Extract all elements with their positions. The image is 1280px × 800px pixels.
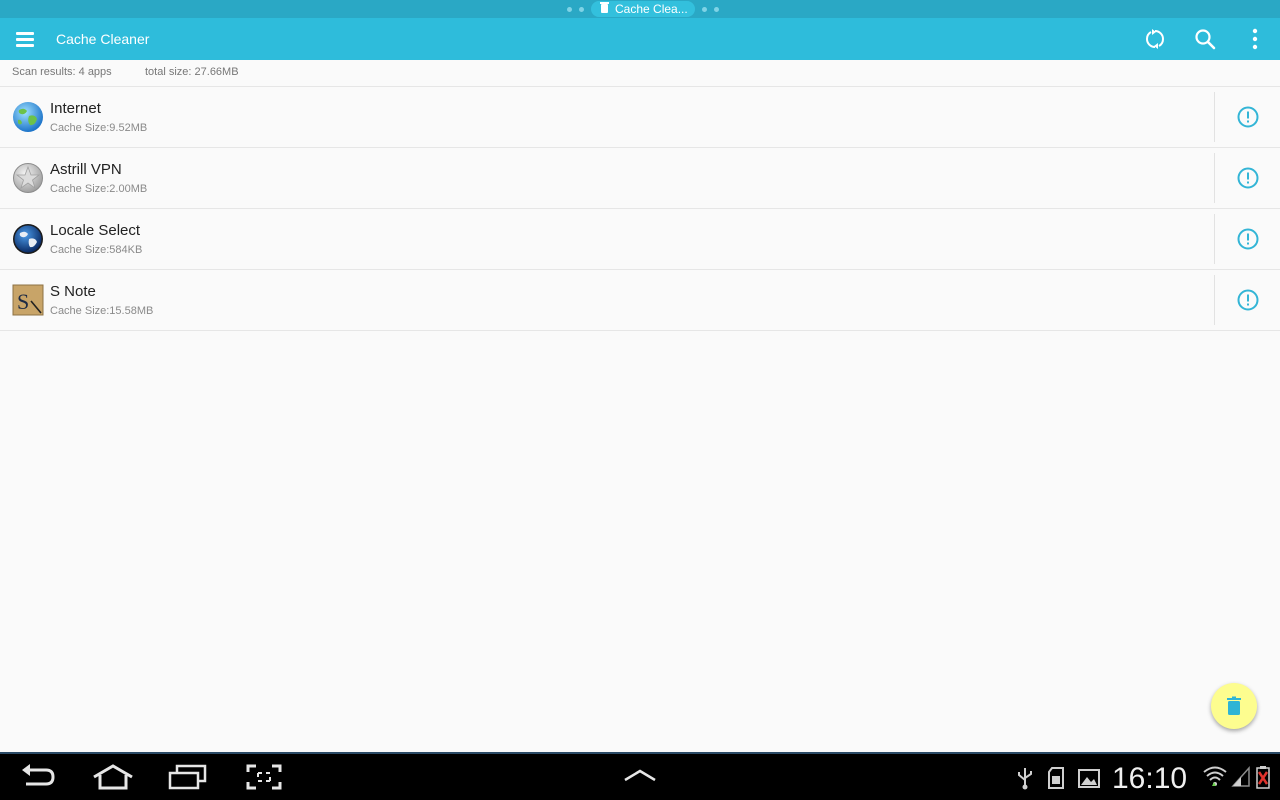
app-name: Astrill VPN bbox=[50, 161, 122, 178]
recent-apps-icon[interactable] bbox=[168, 764, 208, 795]
signal-icon bbox=[1231, 766, 1251, 793]
list-item[interactable]: S S Note Cache Size:15.58MB bbox=[0, 270, 1280, 331]
locale-globe-icon bbox=[12, 223, 44, 255]
s-note-icon: S bbox=[12, 284, 44, 316]
usb-icon bbox=[1016, 766, 1034, 795]
tab-dot bbox=[567, 7, 572, 12]
home-icon[interactable] bbox=[91, 764, 135, 795]
screenshot-icon[interactable] bbox=[246, 764, 282, 795]
clean-all-button[interactable] bbox=[1211, 683, 1257, 729]
app-info-icon[interactable] bbox=[1236, 288, 1260, 312]
overflow-menu-icon[interactable] bbox=[1243, 27, 1267, 51]
app-title: Cache Cleaner bbox=[56, 31, 150, 47]
back-icon[interactable] bbox=[20, 764, 58, 795]
active-tab-label: Cache Clea... bbox=[615, 2, 688, 16]
app-cache-size: Cache Size:584KB bbox=[50, 244, 143, 256]
active-tab[interactable]: Cache Clea... bbox=[591, 1, 695, 17]
list-item[interactable]: Locale Select Cache Size:584KB bbox=[0, 209, 1280, 270]
wifi-icon bbox=[1202, 764, 1228, 795]
trash-icon bbox=[1227, 696, 1241, 715]
row-divider bbox=[1214, 92, 1215, 142]
list-item[interactable]: Internet Cache Size:9.52MB bbox=[0, 87, 1280, 148]
app-name: S Note bbox=[50, 283, 96, 300]
system-navigation-bar: 16:10 bbox=[0, 752, 1280, 800]
up-chevron-icon[interactable] bbox=[623, 768, 657, 789]
app-list: Internet Cache Size:9.52MB Astrill VPN C… bbox=[0, 87, 1280, 331]
row-divider bbox=[1214, 153, 1215, 203]
svg-text:S: S bbox=[17, 289, 29, 314]
tab-strip: Cache Clea... bbox=[0, 0, 1280, 18]
tab-dot bbox=[702, 7, 707, 12]
app-name: Locale Select bbox=[50, 222, 141, 239]
battery-icon bbox=[1256, 765, 1270, 794]
app-info-icon[interactable] bbox=[1236, 105, 1260, 129]
app-info-icon[interactable] bbox=[1236, 227, 1260, 251]
hamburger-menu-icon[interactable] bbox=[14, 30, 36, 48]
app-cache-size: Cache Size:15.58MB bbox=[50, 305, 154, 317]
tab-dot bbox=[579, 7, 584, 12]
astrill-star-icon bbox=[12, 162, 44, 194]
total-cache-size: total size: 27.66MB bbox=[145, 66, 239, 78]
status-clock: 16:10 bbox=[1112, 762, 1188, 795]
trash-icon bbox=[600, 2, 609, 13]
app-cache-size: Cache Size:2.00MB bbox=[50, 183, 148, 195]
tab-dot bbox=[714, 7, 719, 12]
search-icon[interactable] bbox=[1193, 27, 1217, 51]
row-divider bbox=[1214, 214, 1215, 264]
sd-card-icon bbox=[1047, 766, 1065, 795]
scan-summary: Scan results: 4 apps total size: 27.66MB bbox=[0, 60, 1280, 87]
app-name: Internet bbox=[50, 100, 101, 117]
app-cache-size: Cache Size:9.52MB bbox=[50, 122, 148, 134]
gallery-icon bbox=[1077, 766, 1101, 795]
app-bar: Cache Cleaner bbox=[0, 18, 1280, 60]
scan-results-count: Scan results: 4 apps bbox=[12, 66, 112, 78]
app-info-icon[interactable] bbox=[1236, 166, 1260, 190]
refresh-icon[interactable] bbox=[1143, 27, 1167, 51]
row-divider bbox=[1214, 275, 1215, 325]
internet-globe-icon bbox=[12, 101, 44, 133]
list-item[interactable]: Astrill VPN Cache Size:2.00MB bbox=[0, 148, 1280, 209]
